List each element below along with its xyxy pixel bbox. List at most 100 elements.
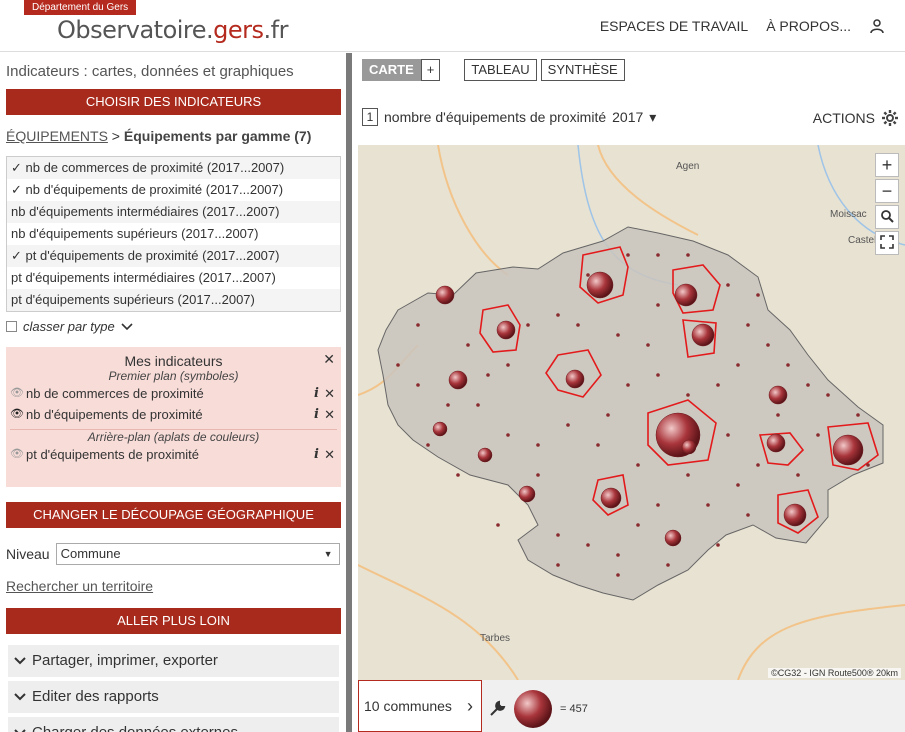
commune-dot xyxy=(566,423,570,427)
commune-dot xyxy=(716,543,720,547)
info-icon[interactable]: i xyxy=(314,444,319,465)
breadcrumb-current: Équipements par gamme (7) xyxy=(123,128,312,144)
remove-icon[interactable]: ✕ xyxy=(324,404,335,425)
zoom-in-button[interactable]: + xyxy=(875,153,899,177)
choose-indicators-button[interactable]: CHOISIR DES INDICATEURS xyxy=(6,89,341,115)
fullscreen-glyph xyxy=(880,235,894,249)
indicator-item[interactable]: pt d'équipements intermédiaires (2017...… xyxy=(7,267,340,289)
proportional-bubble[interactable] xyxy=(681,439,697,455)
accordion-external-data[interactable]: Charger des données externes xyxy=(8,717,339,732)
commune-dot xyxy=(826,393,830,397)
tab-add-map[interactable]: + xyxy=(420,59,441,81)
department-badge[interactable]: Département du Gers xyxy=(24,0,137,15)
proportional-bubble[interactable] xyxy=(832,434,864,466)
proportional-bubble[interactable] xyxy=(768,385,788,405)
close-icon[interactable]: ✕ xyxy=(323,351,335,368)
go-further-button[interactable]: ALLER PLUS LOIN xyxy=(6,608,341,634)
gear-icon xyxy=(882,110,898,126)
commune-dot xyxy=(466,343,470,347)
proportional-bubble[interactable] xyxy=(477,447,493,463)
legend-bubble xyxy=(514,690,552,728)
indicator-item[interactable]: nb d'équipements supérieurs (2017...2007… xyxy=(7,223,340,245)
user-icon[interactable] xyxy=(869,18,885,34)
proportional-bubble[interactable] xyxy=(783,503,807,527)
app-header: Département du Gers Observatoire.gers.fr… xyxy=(0,0,905,52)
commune-dot xyxy=(686,473,690,477)
tab-tableau[interactable]: TABLEAU xyxy=(464,59,537,81)
proportional-bubble[interactable] xyxy=(664,529,682,547)
commune-dot xyxy=(536,443,540,447)
nav-a-propos[interactable]: À PROPOS... xyxy=(766,18,851,34)
commune-dot xyxy=(806,383,810,387)
wrench-icon[interactable] xyxy=(488,700,506,718)
indicator-item[interactable]: ✓ nb d'équipements de proximité (2017...… xyxy=(7,179,340,201)
commune-dot xyxy=(476,403,480,407)
proportional-bubble[interactable] xyxy=(565,369,585,389)
mes-indicateurs-title: Mes indicateurs xyxy=(124,353,223,369)
proportional-bubble[interactable] xyxy=(432,421,448,437)
actions-menu[interactable]: ACTIONS xyxy=(813,109,899,127)
eye-icon[interactable]: 👁 xyxy=(10,444,24,465)
remove-icon[interactable]: ✕ xyxy=(324,444,335,465)
mes-indicator-label: pt d'équipements de proximité xyxy=(26,447,200,462)
classer-par-type[interactable]: classer par type xyxy=(6,319,133,334)
commune-dot xyxy=(716,383,720,387)
proportional-bubble[interactable] xyxy=(435,285,455,305)
zoom-out-button[interactable]: − xyxy=(875,179,899,203)
commune-dot xyxy=(686,253,690,257)
city-label-moissac: Moissac xyxy=(830,209,867,220)
niveau-select[interactable]: Commune ▼ xyxy=(55,543,340,565)
proportional-bubble[interactable] xyxy=(448,370,468,390)
search-icon[interactable] xyxy=(875,205,899,229)
eye-icon[interactable]: 👁 xyxy=(10,383,24,404)
proportional-bubble[interactable] xyxy=(766,433,786,453)
indicator-item[interactable]: nb d'équipements intermédiaires (2017...… xyxy=(7,201,340,223)
chevron-down-icon[interactable] xyxy=(121,322,133,331)
indicator-item[interactable]: ✓ pt d'équipements de proximité (2017...… xyxy=(7,245,340,267)
eye-icon[interactable]: 👁 xyxy=(10,404,24,425)
info-icon[interactable]: i xyxy=(314,383,319,404)
indicator-selector[interactable]: 1 nombre d'équipements de proximité 2017… xyxy=(362,108,656,126)
proportional-bubble[interactable] xyxy=(674,283,698,307)
commune-dot xyxy=(556,313,560,317)
commune-dot xyxy=(616,333,620,337)
remove-icon[interactable]: ✕ xyxy=(324,383,335,404)
indicator-item[interactable]: ✓ nb de commerces de proximité (2017...2… xyxy=(7,157,340,179)
breadcrumb-equipements[interactable]: ÉQUIPEMENTS xyxy=(6,128,108,144)
change-geography-button[interactable]: CHANGER LE DÉCOUPAGE GÉOGRAPHIQUE xyxy=(6,502,341,528)
commune-dot xyxy=(756,463,760,467)
nav-espaces-de-travail[interactable]: ESPACES DE TRAVAIL xyxy=(600,18,748,34)
classer-checkbox[interactable] xyxy=(6,321,17,332)
commune-dot xyxy=(396,363,400,367)
commune-dot xyxy=(416,383,420,387)
indicator-item[interactable]: pt d'équipements supérieurs (2017...2007… xyxy=(7,289,340,311)
map-view[interactable]: Agen Moissac Castelsarra Tarbes + − ©CG3… xyxy=(358,145,905,680)
indicator-list: ✓ nb de commerces de proximité (2017...2… xyxy=(6,156,341,312)
tab-carte[interactable]: CARTE xyxy=(362,59,421,81)
commune-dot xyxy=(486,373,490,377)
proportional-bubble[interactable] xyxy=(586,271,614,299)
proportional-bubble[interactable] xyxy=(691,323,715,347)
proportional-bubble[interactable] xyxy=(496,320,516,340)
communes-selection-button[interactable]: 10 communes › xyxy=(358,680,482,732)
commune-dot xyxy=(416,323,420,327)
commune-dot xyxy=(586,543,590,547)
map-canvas[interactable]: Agen Moissac Castelsarra Tarbes xyxy=(358,145,905,680)
info-icon[interactable]: i xyxy=(314,404,319,425)
year-select[interactable]: 2017 xyxy=(612,109,643,125)
caret-down-icon[interactable]: ▾ xyxy=(649,109,656,126)
proportional-bubble[interactable] xyxy=(600,487,622,509)
commune-dot xyxy=(766,343,770,347)
logo-main: Observatoire. xyxy=(57,16,214,44)
accordion-reports[interactable]: Editer des rapports xyxy=(8,681,339,713)
accordion-share[interactable]: Partager, imprimer, exporter xyxy=(8,645,339,677)
proportional-bubble[interactable] xyxy=(518,485,536,503)
commune-dot xyxy=(856,413,860,417)
commune-dot xyxy=(556,563,560,567)
magnifier-glyph xyxy=(881,210,894,223)
fullscreen-icon[interactable] xyxy=(875,231,899,255)
search-territory-link[interactable]: Rechercher un territoire xyxy=(6,578,153,594)
city-label-tarbes: Tarbes xyxy=(480,633,510,644)
tab-synthese[interactable]: SYNTHÈSE xyxy=(540,59,625,81)
site-logo[interactable]: Observatoire.gers.fr xyxy=(57,16,289,44)
